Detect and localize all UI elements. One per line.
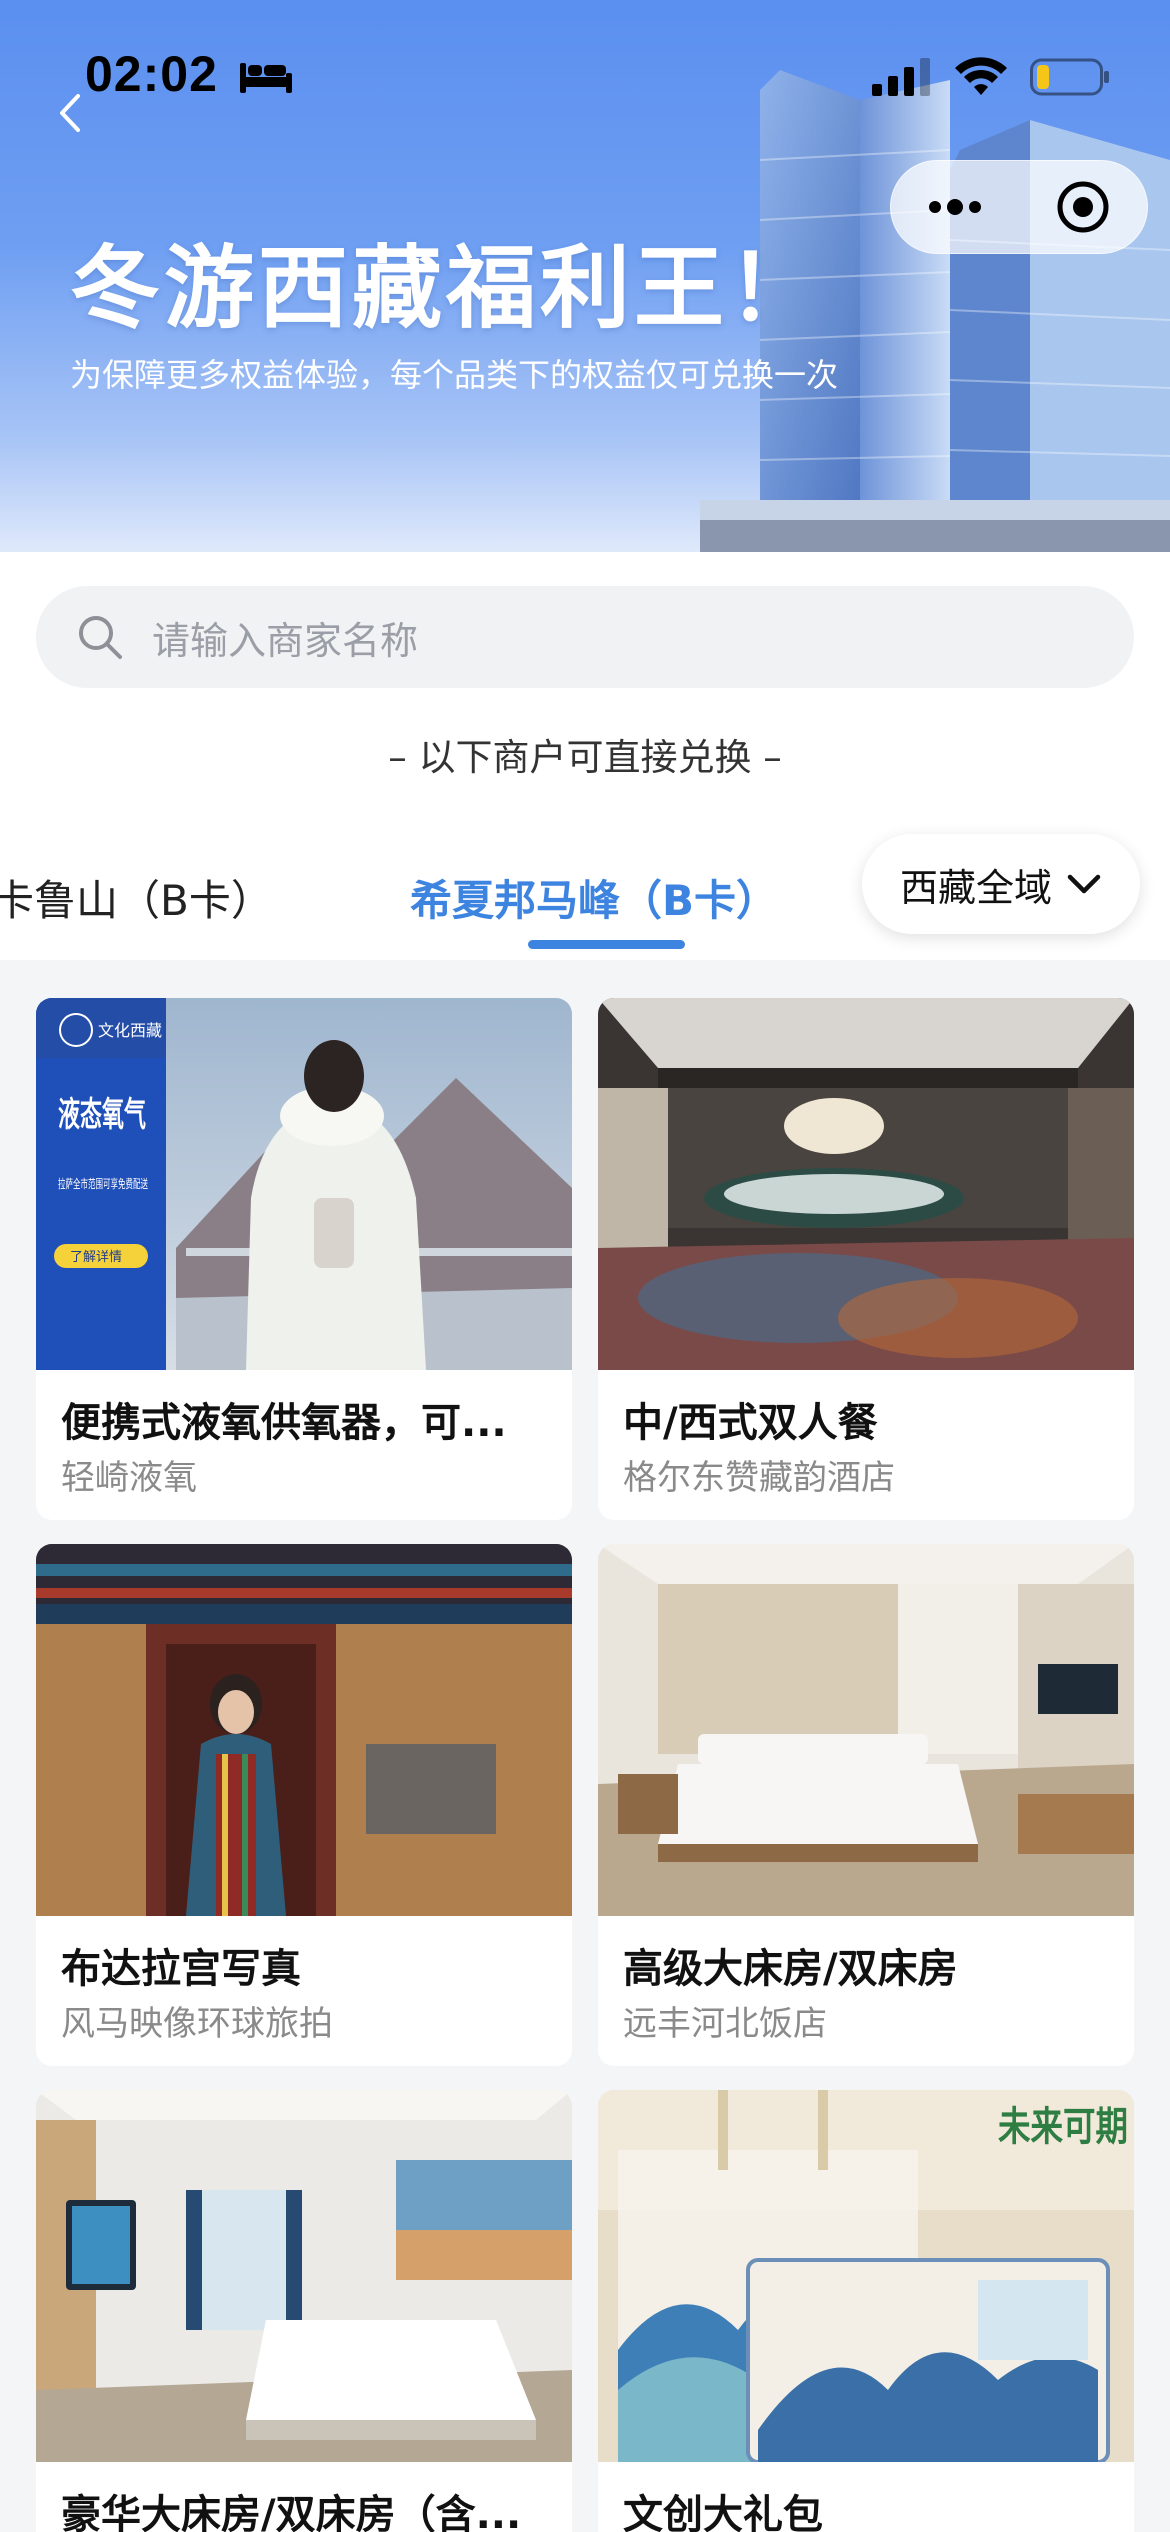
product-image: 未来可期 [598, 2090, 1134, 2462]
status-indicators [872, 55, 1110, 99]
product-image [36, 2090, 572, 2462]
product-name: 布达拉宫写真 [61, 1946, 301, 1992]
product-name: 高级大床房/双床房 [623, 1946, 958, 1992]
potala-photo-image [36, 1544, 572, 1916]
product-name: 豪华大床房/双床房（含... [61, 2492, 522, 2532]
hero-subtitle: 为保障更多权益体验，每个品类下的权益仅可兑换一次 [70, 356, 839, 394]
product-card[interactable]: 豪华大床房/双床房（含... [36, 2090, 572, 2532]
product-name: 便携式液氧供氧器，可... [61, 1400, 507, 1446]
ad-button-text: 了解详情 [70, 1250, 122, 1265]
product-card[interactable]: 布达拉宫写真 风马映像环球旅拍 [36, 1544, 572, 2066]
merchant-name: 格尔东赞藏韵酒店 [623, 1458, 895, 1498]
target-close-icon [1057, 181, 1109, 233]
region-label: 西藏全域 [899, 865, 1052, 910]
battery-icon [1030, 58, 1109, 96]
banquet-room-image [598, 998, 1134, 1370]
status-time: 02:02 [85, 46, 218, 102]
miniprogram-capsule [890, 160, 1148, 254]
hotel-room-image [598, 1544, 1134, 1916]
more-dots-icon [929, 199, 981, 215]
product-card[interactable]: 文化西藏 液态氧气 拉萨全市范围可享免费配送 了解详情 便携式液氧供氧器，可..… [36, 998, 572, 1520]
tab-xixiabangma[interactable]: 希夏邦马峰（B卡） [410, 867, 778, 928]
ad-headline-text: 液态氧气 [58, 1095, 146, 1135]
page: 02:02 冬游西藏福利王！ 为保障更多权益体验，每个品类下的权益仅可兑换一次 … [0, 0, 1170, 2532]
search-icon [79, 616, 122, 659]
merchant-name: 风马映像环球旅拍 [61, 2004, 333, 2044]
filter-section: 请输入商家名称 – 以下商户可直接兑换 – 卡鲁山（B卡） 希夏邦马峰（B卡） … [0, 552, 1170, 960]
search-bar[interactable]: 请输入商家名称 [36, 586, 1134, 688]
gift-pack-image: 未来可期 [598, 2090, 1134, 2462]
back-icon[interactable] [50, 88, 90, 138]
region-dropdown[interactable]: 西藏全域 [862, 834, 1140, 934]
product-card[interactable]: 高级大床房/双床房 远丰河北饭店 [598, 1544, 1134, 2066]
merchant-name: 远丰河北饭店 [623, 2004, 827, 2044]
product-image [598, 1544, 1134, 1916]
product-name: 文创大礼包 [623, 2492, 823, 2532]
category-tabs: 卡鲁山（B卡） 希夏邦马峰（B卡） 西藏全域 [0, 822, 1170, 960]
wifi-icon [955, 57, 1007, 95]
oxygen-ad-image: 文化西藏 液态氧气 拉萨全市范围可享免费配送 了解详情 [36, 998, 572, 1370]
gift-calligraphy-text: 未来可期 [998, 2103, 1128, 2150]
search-input[interactable]: 请输入商家名称 [152, 610, 418, 665]
active-tab-indicator [528, 940, 685, 949]
tab-kalushan[interactable]: 卡鲁山（B卡） [0, 867, 273, 928]
cellular-signal-icon [872, 58, 930, 96]
product-card[interactable]: 未来可期 文创大礼包 [598, 2090, 1134, 2532]
deluxe-room-image [36, 2090, 572, 2462]
product-name: 中/西式双人餐 [623, 1400, 878, 1446]
sleep-mode-icon [240, 63, 292, 93]
product-image [598, 998, 1134, 1370]
hero-title: 冬游西藏福利王！ [70, 236, 822, 341]
product-image: 文化西藏 液态氧气 拉萨全市范围可享免费配送 了解详情 [36, 998, 572, 1370]
section-note: – 以下商户可直接兑换 – [388, 736, 782, 779]
more-button[interactable] [891, 160, 1019, 254]
product-image [36, 1544, 572, 1916]
chevron-down-icon [1067, 874, 1101, 894]
ad-desc-text: 拉萨全市范围可享免费配送 [58, 1176, 148, 1191]
ad-brand-text: 文化西藏 [98, 1021, 162, 1040]
merchant-name: 轻崎液氧 [61, 1458, 197, 1498]
hero-banner: 02:02 冬游西藏福利王！ 为保障更多权益体验，每个品类下的权益仅可兑换一次 [0, 0, 1170, 552]
product-card[interactable]: 中/西式双人餐 格尔东赞藏韵酒店 [598, 998, 1134, 1520]
close-miniprogram-button[interactable] [1019, 160, 1147, 254]
